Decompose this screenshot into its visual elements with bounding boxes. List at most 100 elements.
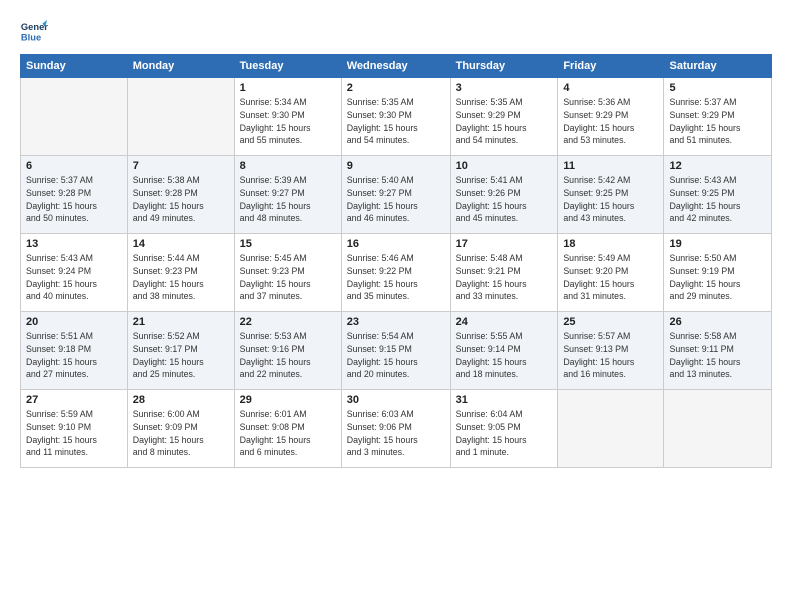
day-number: 22: [240, 316, 336, 328]
day-number: 8: [240, 160, 336, 172]
calendar-cell: [558, 390, 664, 468]
logo: General Blue: [20, 18, 52, 46]
day-info: Sunrise: 5:39 AM Sunset: 9:27 PM Dayligh…: [240, 174, 336, 225]
calendar-cell: 29 Sunrise: 6:01 AM Sunset: 9:08 PM Dayli…: [234, 390, 341, 468]
day-number: 2: [347, 82, 445, 94]
day-number: 5: [669, 82, 766, 94]
calendar-cell: 21 Sunrise: 5:52 AM Sunset: 9:17 PM Dayli…: [127, 312, 234, 390]
calendar-cell: 11 Sunrise: 5:42 AM Sunset: 9:25 PM Dayli…: [558, 156, 664, 234]
day-number: 10: [456, 160, 553, 172]
day-info: Sunrise: 5:35 AM Sunset: 9:29 PM Dayligh…: [456, 96, 553, 147]
svg-text:Blue: Blue: [21, 32, 41, 42]
calendar-cell: 27 Sunrise: 5:59 AM Sunset: 9:10 PM Dayli…: [21, 390, 128, 468]
day-number: 24: [456, 316, 553, 328]
day-number: 30: [347, 394, 445, 406]
calendar-cell: 6Sunrise: 5:37 AM Sunset: 9:28 PM Daylig…: [21, 156, 128, 234]
day-number: 15: [240, 238, 336, 250]
day-info: Sunrise: 5:55 AM Sunset: 9:14 PM Dayligh…: [456, 330, 553, 381]
calendar-cell: 17Sunrise: 5:48 AM Sunset: 9:21 PM Dayli…: [450, 234, 558, 312]
calendar-cell: 18 Sunrise: 5:49 AM Sunset: 9:20 PM Dayli…: [558, 234, 664, 312]
day-info: Sunrise: 5:43 AM Sunset: 9:25 PM Dayligh…: [669, 174, 766, 225]
weekday-header-row: SundayMondayTuesdayWednesdayThursdayFrid…: [21, 55, 772, 78]
day-number: 25: [563, 316, 658, 328]
calendar-cell: [664, 390, 772, 468]
day-info: Sunrise: 6:00 AM Sunset: 9:09 PM Dayligh…: [133, 408, 229, 459]
calendar-cell: 14Sunrise: 5:44 AM Sunset: 9:23 PM Dayli…: [127, 234, 234, 312]
day-info: Sunrise: 5:42 AM Sunset: 9:25 PM Dayligh…: [563, 174, 658, 225]
day-number: 23: [347, 316, 445, 328]
calendar-cell: 9 Sunrise: 5:40 AM Sunset: 9:27 PM Daylig…: [341, 156, 450, 234]
day-info: Sunrise: 5:58 AM Sunset: 9:11 PM Dayligh…: [669, 330, 766, 381]
day-number: 26: [669, 316, 766, 328]
day-number: 18: [563, 238, 658, 250]
day-number: 11: [563, 160, 658, 172]
day-info: Sunrise: 5:45 AM Sunset: 9:23 PM Dayligh…: [240, 252, 336, 303]
day-number: 13: [26, 238, 122, 250]
calendar-cell: 10Sunrise: 5:41 AM Sunset: 9:26 PM Dayli…: [450, 156, 558, 234]
day-info: Sunrise: 5:35 AM Sunset: 9:30 PM Dayligh…: [347, 96, 445, 147]
day-info: Sunrise: 5:59 AM Sunset: 9:10 PM Dayligh…: [26, 408, 122, 459]
day-number: 31: [456, 394, 553, 406]
day-number: 20: [26, 316, 122, 328]
weekday-header-wednesday: Wednesday: [341, 55, 450, 78]
weekday-header-tuesday: Tuesday: [234, 55, 341, 78]
day-number: 19: [669, 238, 766, 250]
calendar-cell: 1Sunrise: 5:34 AM Sunset: 9:30 PM Daylig…: [234, 78, 341, 156]
calendar-cell: [127, 78, 234, 156]
week-row-1: 1Sunrise: 5:34 AM Sunset: 9:30 PM Daylig…: [21, 78, 772, 156]
calendar-cell: 15 Sunrise: 5:45 AM Sunset: 9:23 PM Dayli…: [234, 234, 341, 312]
day-number: 9: [347, 160, 445, 172]
day-info: Sunrise: 5:51 AM Sunset: 9:18 PM Dayligh…: [26, 330, 122, 381]
day-number: 16: [347, 238, 445, 250]
day-info: Sunrise: 5:57 AM Sunset: 9:13 PM Dayligh…: [563, 330, 658, 381]
calendar-cell: 30 Sunrise: 6:03 AM Sunset: 9:06 PM Dayli…: [341, 390, 450, 468]
day-info: Sunrise: 5:37 AM Sunset: 9:28 PM Dayligh…: [26, 174, 122, 225]
weekday-header-saturday: Saturday: [664, 55, 772, 78]
calendar-cell: 3 Sunrise: 5:35 AM Sunset: 9:29 PM Daylig…: [450, 78, 558, 156]
weekday-header-friday: Friday: [558, 55, 664, 78]
day-info: Sunrise: 5:50 AM Sunset: 9:19 PM Dayligh…: [669, 252, 766, 303]
day-info: Sunrise: 5:43 AM Sunset: 9:24 PM Dayligh…: [26, 252, 122, 303]
day-info: Sunrise: 5:46 AM Sunset: 9:22 PM Dayligh…: [347, 252, 445, 303]
day-number: 3: [456, 82, 553, 94]
calendar-cell: 19 Sunrise: 5:50 AM Sunset: 9:19 PM Dayli…: [664, 234, 772, 312]
day-number: 27: [26, 394, 122, 406]
logo-icon: General Blue: [20, 18, 48, 46]
calendar-cell: 24 Sunrise: 5:55 AM Sunset: 9:14 PM Dayli…: [450, 312, 558, 390]
day-info: Sunrise: 5:49 AM Sunset: 9:20 PM Dayligh…: [563, 252, 658, 303]
week-row-5: 27 Sunrise: 5:59 AM Sunset: 9:10 PM Dayli…: [21, 390, 772, 468]
page-header: General Blue: [20, 18, 772, 46]
week-row-3: 13 Sunrise: 5:43 AM Sunset: 9:24 PM Dayli…: [21, 234, 772, 312]
day-info: Sunrise: 5:37 AM Sunset: 9:29 PM Dayligh…: [669, 96, 766, 147]
calendar-cell: 25 Sunrise: 5:57 AM Sunset: 9:13 PM Dayli…: [558, 312, 664, 390]
calendar-cell: 2 Sunrise: 5:35 AM Sunset: 9:30 PM Daylig…: [341, 78, 450, 156]
calendar-cell: [21, 78, 128, 156]
calendar-cell: 7 Sunrise: 5:38 AM Sunset: 9:28 PM Daylig…: [127, 156, 234, 234]
day-number: 12: [669, 160, 766, 172]
calendar-cell: 13 Sunrise: 5:43 AM Sunset: 9:24 PM Dayli…: [21, 234, 128, 312]
calendar-cell: 26 Sunrise: 5:58 AM Sunset: 9:11 PM Dayli…: [664, 312, 772, 390]
calendar-cell: 16 Sunrise: 5:46 AM Sunset: 9:22 PM Dayli…: [341, 234, 450, 312]
day-number: 28: [133, 394, 229, 406]
day-number: 4: [563, 82, 658, 94]
day-number: 21: [133, 316, 229, 328]
day-info: Sunrise: 5:54 AM Sunset: 9:15 PM Dayligh…: [347, 330, 445, 381]
calendar-cell: 5 Sunrise: 5:37 AM Sunset: 9:29 PM Daylig…: [664, 78, 772, 156]
day-info: Sunrise: 6:03 AM Sunset: 9:06 PM Dayligh…: [347, 408, 445, 459]
week-row-4: 20 Sunrise: 5:51 AM Sunset: 9:18 PM Dayli…: [21, 312, 772, 390]
day-info: Sunrise: 5:44 AM Sunset: 9:23 PM Dayligh…: [133, 252, 229, 303]
day-number: 29: [240, 394, 336, 406]
calendar-cell: 28 Sunrise: 6:00 AM Sunset: 9:09 PM Dayli…: [127, 390, 234, 468]
weekday-header-monday: Monday: [127, 55, 234, 78]
day-info: Sunrise: 5:40 AM Sunset: 9:27 PM Dayligh…: [347, 174, 445, 225]
day-info: Sunrise: 5:52 AM Sunset: 9:17 PM Dayligh…: [133, 330, 229, 381]
day-info: Sunrise: 6:04 AM Sunset: 9:05 PM Dayligh…: [456, 408, 553, 459]
day-number: 1: [240, 82, 336, 94]
calendar-cell: 20 Sunrise: 5:51 AM Sunset: 9:18 PM Dayli…: [21, 312, 128, 390]
day-info: Sunrise: 6:01 AM Sunset: 9:08 PM Dayligh…: [240, 408, 336, 459]
day-number: 7: [133, 160, 229, 172]
calendar-cell: 8 Sunrise: 5:39 AM Sunset: 9:27 PM Daylig…: [234, 156, 341, 234]
day-info: Sunrise: 5:36 AM Sunset: 9:29 PM Dayligh…: [563, 96, 658, 147]
day-info: Sunrise: 5:38 AM Sunset: 9:28 PM Dayligh…: [133, 174, 229, 225]
day-info: Sunrise: 5:53 AM Sunset: 9:16 PM Dayligh…: [240, 330, 336, 381]
